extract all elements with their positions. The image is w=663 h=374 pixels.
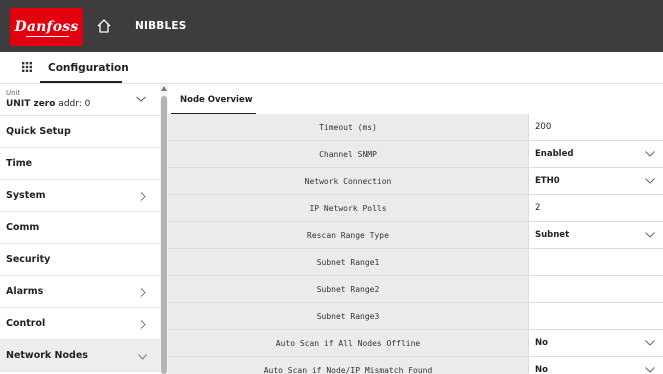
setting-label: Subnet Range2 [168, 276, 528, 302]
setting-input[interactable] [528, 249, 663, 275]
main-panel: Node Overview Timeout (ms) 200 Channel SNM… [168, 84, 663, 374]
grid-menu-icon[interactable] [22, 62, 32, 72]
danfoss-logo[interactable]: Danfoss [10, 8, 83, 46]
sidebar-item-security[interactable]: Security [0, 244, 160, 276]
setting-input[interactable]: 2 [528, 195, 663, 221]
sidebar-item-control[interactable]: Control [0, 308, 160, 340]
home-icon[interactable] [96, 18, 112, 34]
setting-label: IP Network Polls [168, 195, 528, 221]
sidebar-scrollbar[interactable] [160, 84, 168, 374]
chevron-down-icon [645, 367, 655, 373]
unit-selector[interactable]: Unit UNIT zero addr: 0 [0, 84, 160, 116]
sidebar-item-label: Control [6, 318, 46, 329]
settings-table: Timeout (ms) 200 Channel SNMP Enabled Networ… [168, 114, 663, 374]
logo-underline [26, 36, 69, 37]
table-row: Auto Scan if Node/IP Mismatch Found No [168, 357, 663, 374]
setting-label: Auto Scan if All Nodes Offline [168, 330, 528, 356]
chevron-down-icon [645, 232, 655, 238]
chevron-down-icon [136, 96, 146, 102]
tab-configuration[interactable]: Configuration [40, 52, 137, 84]
setting-input[interactable]: 200 [528, 114, 663, 140]
sidebar-item-system[interactable]: System [0, 180, 160, 212]
table-row: Subnet Range3 [168, 303, 663, 330]
setting-label: Subnet Range1 [168, 249, 528, 275]
setting-value: 200 [535, 122, 552, 132]
setting-label: Rescan Range Type [168, 222, 528, 248]
unit-name: UNIT zero [6, 99, 56, 109]
table-row: Subnet Range1 [168, 249, 663, 276]
sidebar: Unit UNIT zero addr: 0 Quick Setup Time Sy… [0, 84, 160, 374]
setting-value: No [535, 365, 548, 374]
table-row: Auto Scan if All Nodes Offline No [168, 330, 663, 357]
sidebar-item-label: Security [6, 254, 51, 265]
setting-label: Subnet Range3 [168, 303, 528, 329]
top-bar: Danfoss NIBBLES [0, 0, 663, 52]
logo-text: Danfoss [14, 19, 79, 35]
sidebar-item-label: Network Nodes [6, 350, 88, 361]
table-row: Rescan Range Type Subnet [168, 222, 663, 249]
setting-label: Timeout (ms) [168, 114, 528, 140]
tab-node-overview[interactable]: Node Overview [171, 84, 262, 116]
sidebar-item-comm[interactable]: Comm [0, 212, 160, 244]
chevron-right-icon [140, 288, 146, 297]
table-row: Channel SNMP Enabled [168, 141, 663, 168]
setting-dropdown[interactable]: ETH0 [528, 168, 663, 194]
chevron-down-icon [645, 151, 655, 157]
config-tab-row: Configuration [0, 52, 663, 84]
app-name: NIBBLES [135, 20, 187, 32]
unit-label: Unit [6, 89, 21, 97]
chevron-down-icon [645, 340, 655, 346]
sidebar-item-alarms[interactable]: Alarms [0, 276, 160, 308]
scroll-up-icon[interactable] [161, 86, 167, 91]
sidebar-item-label: Alarms [6, 286, 44, 297]
table-row: IP Network Polls 2 [168, 195, 663, 222]
setting-input[interactable] [528, 276, 663, 302]
chevron-down-icon [645, 178, 655, 184]
main-tab-bar: Node Overview [168, 84, 663, 116]
setting-dropdown[interactable]: Enabled [528, 141, 663, 167]
setting-value: ETH0 [535, 176, 560, 186]
setting-value: Enabled [535, 149, 574, 159]
setting-dropdown[interactable]: No [528, 330, 663, 356]
unit-value: UNIT zero addr: 0 [6, 99, 90, 109]
setting-label: Auto Scan if Node/IP Mismatch Found [168, 357, 528, 374]
setting-value: 2 [535, 203, 541, 213]
setting-value: No [535, 338, 548, 348]
sidebar-item-label: System [6, 190, 46, 201]
setting-label: Network Connection [168, 168, 528, 194]
sidebar-item-label: Comm [6, 222, 40, 233]
table-row: Timeout (ms) 200 [168, 114, 663, 141]
setting-input[interactable] [528, 303, 663, 329]
scroll-thumb[interactable] [161, 96, 167, 374]
table-row: Network Connection ETH0 [168, 168, 663, 195]
setting-dropdown[interactable]: No [528, 357, 663, 374]
sidebar-item-time[interactable]: Time [0, 148, 160, 180]
sidebar-item-label: Time [6, 158, 33, 169]
unit-addr: addr: 0 [55, 99, 91, 109]
table-row: Subnet Range2 [168, 276, 663, 303]
setting-dropdown[interactable]: Subnet [528, 222, 663, 248]
chevron-down-icon [138, 354, 147, 360]
tab-configuration-underline [40, 81, 122, 83]
sidebar-item-network-nodes[interactable]: Network Nodes [0, 340, 160, 372]
sidebar-item-quick-setup[interactable]: Quick Setup [0, 116, 160, 148]
setting-value: Subnet [535, 230, 570, 240]
sidebar-item-label: Quick Setup [6, 126, 71, 137]
chevron-right-icon [140, 192, 146, 201]
chevron-right-icon [140, 320, 146, 329]
setting-label: Channel SNMP [168, 141, 528, 167]
